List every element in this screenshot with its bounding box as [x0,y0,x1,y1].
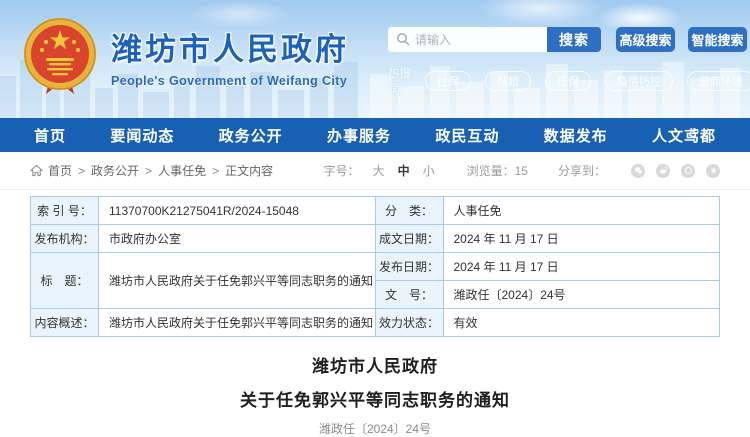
written-date-label: 成文日期： [375,225,443,253]
index-number-value: 11370700K21275041R/2024-15048 [99,197,376,225]
document-header: 潍坊市人民政府 关于任免郭兴平等同志职务的通知 潍政任〔2024〕24号 [0,352,750,437]
category-label: 分 类： [375,197,443,225]
advanced-search-button[interactable]: 高级搜索 [616,27,675,52]
index-number-label: 索 引 号： [31,197,99,225]
site-logo[interactable]: 潍坊市人民政府 People's Government of Weifang C… [22,16,349,96]
share-qq-icon[interactable] [681,164,695,178]
article-toolbar: 字号： 大 中 小 浏览量：15 分享到： [324,162,720,179]
site-title: 潍坊市人民政府 [111,24,349,69]
breadcrumb-separator: > [78,164,85,178]
nav-item-gov-info[interactable]: 政务公开 [219,125,283,146]
search-input[interactable] [388,27,547,52]
font-size-medium-button[interactable]: 中 [398,162,410,179]
doc-number-label: 文 号： [375,281,443,309]
breadcrumb-separator: > [145,164,152,178]
publish-date-label: 发布日期： [375,253,443,281]
share-favorite-icon[interactable] [706,164,720,178]
publish-date-value: 2024 年 11 月 17 日 [443,253,720,281]
hot-word-jiehun[interactable]: 结婚 [485,71,531,91]
search-area: 搜索 高级搜索 智能搜索 热搜词： 社保 结婚 低保 疫情防控 营商环境 [388,27,747,97]
breadcrumb-home[interactable]: 首页 [48,162,72,179]
share-icons [620,164,720,178]
validity-label: 效力状态： [375,309,443,337]
doc-number-value: 潍政任〔2024〕24号 [443,281,720,309]
nav-item-interaction[interactable]: 政民互动 [435,125,499,146]
hot-word-yingshanghuanjing[interactable]: 营商环境 [687,71,750,91]
table-row: 索 引 号： 11370700K21275041R/2024-15048 分 类… [31,197,720,225]
table-row: 内容概述： 潍坊市人民政府关于任免郭兴平等同志职务的通知 效力状态： 有效 [31,309,720,337]
font-size-large-button[interactable]: 大 [373,162,385,179]
breadcrumb-gov-info[interactable]: 政务公开 [91,162,139,179]
summary-value: 潍坊市人民政府关于任免郭兴平等同志职务的通知 [99,309,376,337]
summary-label: 内容概述： [31,309,99,337]
national-emblem-icon [22,16,98,96]
category-value: 人事任免 [443,197,720,225]
view-count: 浏览量：15 [467,162,528,179]
nav-item-services[interactable]: 办事服务 [327,125,391,146]
validity-value: 有效 [443,309,720,337]
hot-words-label: 热搜词： [388,65,411,97]
table-row: 标 题： 潍坊市人民政府关于任免郭兴平等同志职务的通知 发布日期： 2024 年… [31,253,720,281]
agency-label: 发布机构： [31,225,99,253]
brand-text: 潍坊市人民政府 People's Government of Weifang C… [111,24,349,88]
share-weibo-icon[interactable] [656,164,670,178]
meta-table: 索 引 号： 11370700K21275041R/2024-15048 分 类… [30,196,720,337]
breadcrumb-personnel[interactable]: 人事任免 [158,162,206,179]
breadcrumb-toolbar-row: 首页 > 政务公开 > 人事任免 > 正文内容 字号： 大 中 小 浏览量：15… [0,152,750,190]
document-title-line1: 潍坊市人民政府 [0,352,750,377]
breadcrumb-current: 正文内容 [225,162,273,179]
main-nav: 首页 要闻动态 政务公开 办事服务 政民互动 数据发布 人文鸢都 [0,118,750,152]
search-button[interactable]: 搜索 [547,27,601,52]
site-subtitle: People's Government of Weifang City [111,74,349,88]
page: 潍坊市人民政府 People's Government of Weifang C… [0,0,750,421]
view-count-value: 15 [515,164,528,178]
view-count-label: 浏览量： [467,164,515,178]
font-size-label: 字号： [324,162,360,179]
title-label: 标 题： [31,253,99,309]
meta-table-wrap: 索 引 号： 11370700K21275041R/2024-15048 分 类… [0,190,750,337]
hot-word-dibao[interactable]: 低保 [545,71,591,91]
breadcrumb: 首页 > 政务公开 > 人事任免 > 正文内容 [30,162,273,179]
hot-word-yiqingfangkong[interactable]: 疫情防控 [605,71,673,91]
nav-item-home[interactable]: 首页 [34,125,66,146]
nav-item-culture[interactable]: 人文鸢都 [652,125,716,146]
search-box [388,27,547,52]
breadcrumb-separator: > [212,164,219,178]
font-size-small-button[interactable]: 小 [423,162,435,179]
document-number: 潍政任〔2024〕24号 [0,420,750,437]
table-row: 发布机构： 市政府办公室 成文日期： 2024 年 11 月 17 日 [31,225,720,253]
hot-word-shebao[interactable]: 社保 [425,71,471,91]
nav-item-data[interactable]: 数据发布 [544,125,608,146]
site-header: 潍坊市人民政府 People's Government of Weifang C… [0,0,750,118]
share-wechat-icon[interactable] [631,164,645,178]
smart-search-button[interactable]: 智能搜索 [688,27,747,52]
written-date-value: 2024 年 11 月 17 日 [443,225,720,253]
title-value: 潍坊市人民政府关于任免郭兴平等同志职务的通知 [99,253,376,309]
hot-words-row: 热搜词： 社保 结婚 低保 疫情防控 营商环境 [388,65,747,97]
share-label: 分享到： [558,162,606,179]
nav-item-news[interactable]: 要闻动态 [110,125,174,146]
agency-value: 市政府办公室 [99,225,376,253]
search-icon [396,32,410,46]
search-row: 搜索 高级搜索 智能搜索 [388,27,747,52]
home-icon [30,164,43,177]
document-title-line2: 关于任免郭兴平等同志职务的通知 [0,386,750,411]
